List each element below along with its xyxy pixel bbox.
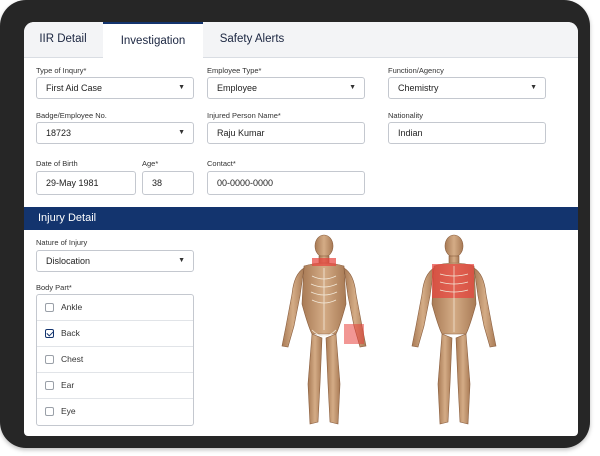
nature-of-injury-label: Nature of Injury — [36, 238, 88, 247]
checkbox[interactable] — [45, 303, 54, 312]
badge-no-select[interactable]: 18723 ▼ — [36, 122, 194, 144]
tablet-frame: IIR Detail Investigation Safety Alerts T… — [0, 0, 590, 448]
injured-person-name-label: Injured Person Name* — [207, 111, 281, 120]
contact-value: 00-0000-0000 — [217, 178, 274, 188]
body-part-item-ankle[interactable]: Ankle — [37, 295, 193, 321]
tab-bar: IIR Detail Investigation Safety Alerts — [24, 22, 578, 60]
nature-of-injury-select[interactable]: Dislocation ▼ — [36, 250, 194, 272]
tab-safety-alerts[interactable]: Safety Alerts — [204, 22, 300, 57]
injury-detail-title: Injury Detail — [38, 212, 97, 224]
tab-iir-detail[interactable]: IIR Detail — [24, 22, 102, 57]
injured-person-name-input[interactable]: Raju Kumar — [207, 122, 365, 144]
date-of-birth-input[interactable]: 29-May 1981 — [36, 171, 136, 195]
age-input[interactable]: 38 — [142, 171, 194, 195]
contact-label: Contact* — [207, 159, 236, 168]
employee-type-value: Employee — [217, 83, 258, 93]
hand-highlight[interactable] — [344, 324, 364, 344]
body-part-item-label: Eye — [61, 406, 76, 416]
nationality-label: Nationality — [388, 111, 424, 120]
neck-highlight[interactable] — [312, 258, 336, 266]
nationality-input[interactable]: Indian — [388, 122, 546, 144]
badge-no-label: Badge/Employee No. — [36, 111, 107, 120]
body-part-item-label: Ear — [61, 380, 75, 390]
body-part-item-ear[interactable]: Ear — [37, 373, 193, 399]
body-part-item-label: Back — [61, 328, 80, 338]
body-part-item-eye[interactable]: Eye — [37, 399, 193, 425]
body-part-item-back[interactable]: Back — [37, 321, 193, 347]
checkbox-checked[interactable] — [45, 329, 54, 338]
back-highlight[interactable] — [432, 264, 474, 298]
chevron-down-icon: ▼ — [178, 257, 185, 264]
nationality-value: Indian — [398, 128, 423, 138]
contact-input[interactable]: 00-0000-0000 — [207, 171, 365, 195]
function-agency-label: Function/Agency — [388, 66, 444, 75]
age-label: Age* — [142, 159, 159, 168]
date-of-birth-label: Date of Birth — [36, 159, 78, 168]
type-of-injury-select[interactable]: First Aid Case ▼ — [36, 77, 194, 99]
function-agency-value: Chemistry — [398, 83, 439, 93]
nature-of-injury-value: Dislocation — [46, 256, 91, 266]
checkbox[interactable] — [45, 407, 54, 416]
body-part-item-chest[interactable]: Chest — [37, 347, 193, 373]
body-part-item-label: Chest — [61, 354, 84, 364]
checkbox[interactable] — [45, 381, 54, 390]
type-of-injury-value: First Aid Case — [46, 83, 103, 93]
injury-detail-header: Injury Detail — [24, 207, 578, 230]
body-part-label: Body Part* — [36, 283, 72, 292]
function-agency-select[interactable]: Chemistry ▼ — [388, 77, 546, 99]
injured-person-name-value: Raju Kumar — [217, 128, 265, 138]
date-of-birth-value: 29-May 1981 — [46, 178, 99, 188]
body-part-item-label: Ankle — [61, 302, 83, 312]
chevron-down-icon: ▼ — [530, 84, 537, 91]
chevron-down-icon: ▼ — [349, 84, 356, 91]
chevron-down-icon: ▼ — [178, 129, 185, 136]
tab-investigation[interactable]: Investigation — [103, 22, 203, 60]
type-of-injury-label: Type of Inqury* — [36, 66, 87, 75]
chevron-down-icon: ▼ — [178, 84, 185, 91]
badge-no-value: 18723 — [46, 128, 72, 138]
employee-type-label: Employee Type* — [207, 66, 262, 75]
anatomy-diagram[interactable] — [264, 234, 504, 434]
app-screen: IIR Detail Investigation Safety Alerts T… — [24, 22, 578, 436]
employee-type-select[interactable]: Employee ▼ — [207, 77, 365, 99]
body-part-list[interactable]: Ankle Back Chest Ear Eye — [36, 294, 194, 426]
checkbox[interactable] — [45, 355, 54, 364]
age-value: 38 — [152, 178, 163, 188]
